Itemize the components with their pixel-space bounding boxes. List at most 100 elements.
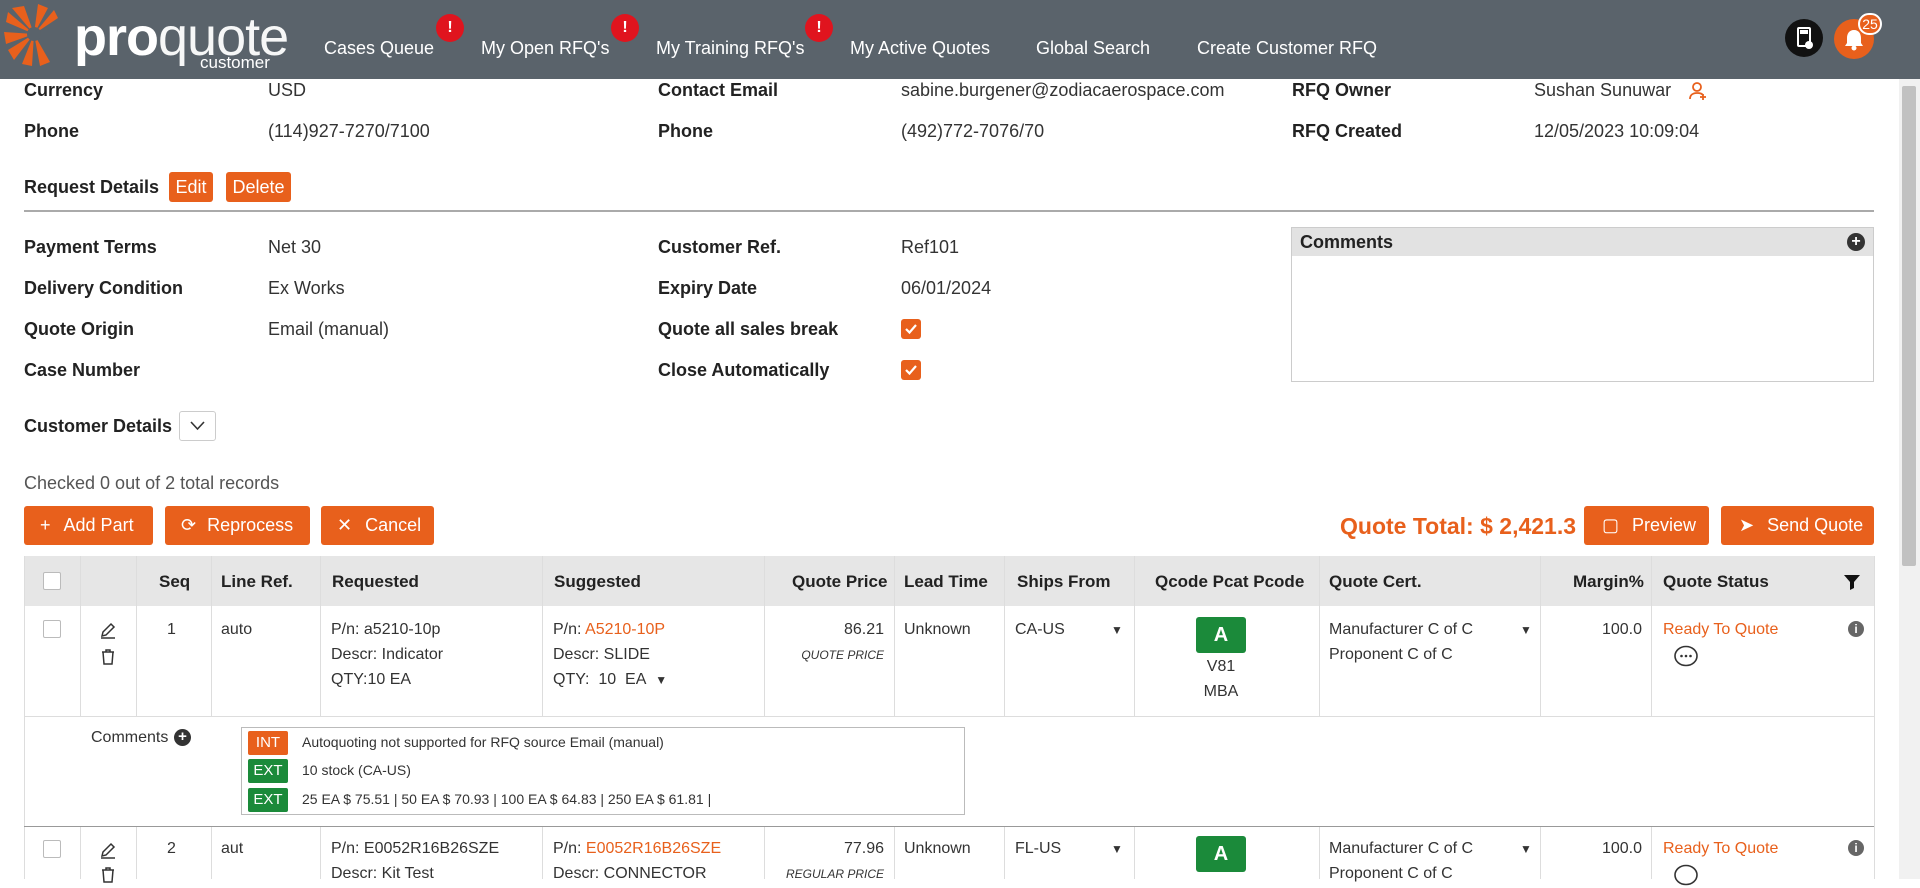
nav-my-open-rfqs[interactable]: My Open RFQ's	[481, 38, 609, 59]
nav-cases-queue[interactable]: Cases Queue	[324, 38, 434, 59]
calculator-icon[interactable]	[1785, 19, 1823, 57]
comment-line: EXT 10 stock (CA-US)	[248, 756, 411, 785]
quote-status[interactable]: Ready To Quote	[1663, 840, 1778, 858]
col-seq[interactable]: Seq	[159, 572, 190, 592]
request-comments-title: Comments	[1300, 232, 1394, 252]
rfq-created-value: 12/05/2023 10:09:04	[1534, 121, 1700, 141]
caret-down-icon[interactable]: ▼	[1520, 842, 1532, 856]
col-ships-from[interactable]: Ships From	[1017, 572, 1111, 592]
requested-description: Descr: Kit Test	[331, 865, 434, 882]
proquote-logo[interactable]: proquote customer	[4, 4, 289, 74]
info-icon[interactable]: i	[1848, 840, 1864, 856]
caret-down-icon[interactable]: ▼	[1111, 842, 1123, 856]
col-quote-cert[interactable]: Quote Cert.	[1329, 572, 1422, 592]
chevron-down-icon	[190, 421, 205, 431]
margin-percent: 100.0	[1601, 840, 1642, 857]
edit-request-button[interactable]: Edit	[169, 172, 213, 202]
grid-line	[80, 556, 81, 716]
quote-status[interactable]: Ready To Quote	[1663, 621, 1778, 639]
quote-total: Quote Total: $ 2,421.3	[1340, 513, 1577, 539]
quote-cert-secondary: Proponent C of C	[1329, 646, 1453, 663]
request-details-title: Request Details	[24, 177, 160, 197]
requested-part-number: P/n: a5210-10p	[331, 621, 441, 638]
suggested-part-link[interactable]: E0052R16B26SZE	[586, 840, 721, 857]
qcode-badge: A	[1196, 836, 1246, 872]
quote-cert-secondary: Proponent C of C	[1329, 865, 1453, 882]
col-margin[interactable]: Margin%	[1573, 572, 1644, 592]
open-rfqs-alert-icon: !	[611, 14, 639, 42]
quote-price: 77.96	[843, 840, 884, 857]
assign-owner-icon[interactable]	[1689, 81, 1707, 101]
pcat: V81	[1206, 658, 1236, 675]
request-comments-header: Comments +	[1292, 228, 1873, 256]
cancel-label: Cancel	[365, 515, 422, 535]
col-quote-price[interactable]: Quote Price	[792, 572, 887, 592]
caret-down-icon[interactable]: ▼	[1111, 623, 1123, 637]
add-comment-icon[interactable]: +	[1847, 233, 1865, 251]
row-select-checkbox[interactable]	[43, 620, 61, 638]
grid-line	[24, 826, 1874, 827]
close-automatically-checkbox[interactable]	[901, 360, 921, 380]
customer-details-label: Customer Details	[24, 416, 173, 436]
grid-line	[1134, 826, 1135, 879]
ships-from-select[interactable]: CA-US	[1015, 621, 1065, 639]
row-seq: 1	[167, 621, 176, 638]
row-comments-label: Comments	[91, 729, 169, 746]
delete-trash-icon[interactable]	[99, 866, 117, 884]
quote-all-sales-break-checkbox[interactable]	[901, 319, 921, 339]
row-seq: 2	[167, 840, 176, 857]
grid-line	[1134, 556, 1135, 716]
reprocess-button[interactable]: ⟳ Reprocess	[165, 506, 310, 545]
edit-pencil-icon[interactable]	[99, 842, 117, 860]
quote-price: 86.21	[843, 621, 884, 638]
select-all-checkbox[interactable]	[43, 572, 61, 590]
col-line-ref[interactable]: Line Ref.	[221, 572, 293, 592]
comment-tag: EXT	[248, 788, 288, 813]
grid-line	[24, 556, 25, 879]
grid-line	[1004, 826, 1005, 879]
cancel-button[interactable]: ✕ Cancel	[321, 506, 434, 545]
send-quote-button[interactable]: ➤ Send Quote	[1721, 506, 1874, 545]
nav-global-search[interactable]: Global Search	[1036, 38, 1150, 59]
grid-line	[136, 556, 137, 716]
quote-cert-primary[interactable]: Manufacturer C of C	[1329, 621, 1473, 639]
row-line-ref: aut	[221, 840, 244, 857]
close-icon: ✕	[337, 515, 353, 535]
chat-bubble-icon[interactable]	[1673, 864, 1699, 888]
caret-down-icon[interactable]: ▼	[1520, 623, 1532, 637]
ships-from-select[interactable]: FL-US	[1015, 840, 1061, 858]
logo-burst-icon	[4, 4, 58, 66]
col-suggested[interactable]: Suggested	[554, 572, 641, 592]
add-row-comment-icon[interactable]: +	[174, 729, 191, 746]
col-requested[interactable]: Requested	[332, 572, 419, 592]
close-automatically-label: Close Automatically	[658, 360, 830, 380]
preview-button[interactable]: ▢ Preview	[1584, 506, 1709, 545]
add-part-button[interactable]: + Add Part	[24, 506, 153, 545]
suggested-part-link[interactable]: A5210-10P	[585, 621, 665, 638]
nav-my-training-rfqs[interactable]: My Training RFQ's	[656, 38, 804, 59]
nav-my-active-quotes[interactable]: My Active Quotes	[850, 38, 990, 59]
col-qcode[interactable]: Qcode Pcat Pcode	[1155, 572, 1304, 592]
quote-cert-primary[interactable]: Manufacturer C of C	[1329, 840, 1473, 858]
grid-line	[1540, 826, 1541, 879]
info-icon[interactable]: i	[1848, 621, 1864, 637]
nav-create-customer-rfq[interactable]: Create Customer RFQ	[1197, 38, 1377, 59]
edit-pencil-icon[interactable]	[99, 622, 117, 640]
delivery-condition-label: Delivery Condition	[24, 278, 184, 298]
add-part-label: Add Part	[63, 515, 134, 535]
comment-tag: EXT	[248, 759, 288, 784]
table-header: Seq Line Ref. Requested Suggested Quote …	[24, 556, 1874, 606]
filter-icon[interactable]	[1843, 573, 1861, 591]
row-select-checkbox[interactable]	[43, 840, 61, 858]
suggested-qty[interactable]: QTY: 10 EA ▼	[553, 671, 667, 689]
customer-details-toggle[interactable]	[179, 411, 216, 441]
chat-bubble-icon[interactable]	[1673, 645, 1699, 669]
top-navigation-bar: proquote customer Cases Queue ! My Open …	[0, 0, 1920, 79]
page-scrollbar-thumb[interactable]	[1902, 86, 1916, 566]
delete-request-button[interactable]: Delete	[226, 172, 291, 202]
col-lead-time[interactable]: Lead Time	[904, 572, 988, 592]
delete-trash-icon[interactable]	[99, 648, 117, 666]
contact-email-value: sabine.burgener@zodiacaerospace.com	[901, 80, 1225, 100]
col-quote-status[interactable]: Quote Status	[1663, 572, 1769, 592]
currency-value: USD	[268, 80, 307, 100]
